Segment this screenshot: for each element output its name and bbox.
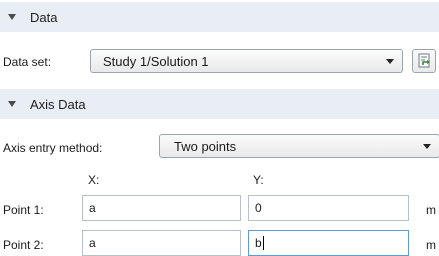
data-section-title: Data bbox=[30, 9, 58, 25]
data-set-dropdown[interactable]: Study 1/Solution 1 bbox=[90, 49, 403, 73]
axis-entry-method-value: Two points bbox=[174, 138, 237, 154]
point2-y-value: b bbox=[255, 236, 262, 250]
axis-data-section-header[interactable]: Axis Data bbox=[0, 89, 439, 119]
point2-y-input[interactable]: b bbox=[248, 230, 409, 256]
chevron-down-icon bbox=[423, 144, 431, 149]
axis-data-section-title: Axis Data bbox=[30, 96, 86, 112]
axis-entry-method-dropdown[interactable]: Two points bbox=[159, 134, 439, 158]
collapse-triangle-icon bbox=[8, 14, 16, 20]
column-x-header: X: bbox=[88, 173, 100, 187]
text-caret bbox=[262, 236, 264, 250]
axis-entry-method-label: Axis entry method: bbox=[3, 141, 103, 155]
column-y-header: Y: bbox=[253, 173, 264, 187]
goto-source-button[interactable] bbox=[412, 49, 436, 73]
data-set-label: Data set: bbox=[3, 55, 52, 69]
point2-unit: m bbox=[426, 238, 436, 252]
point2-x-value: a bbox=[89, 236, 96, 250]
point1-y-value: 0 bbox=[255, 201, 262, 215]
point1-y-input[interactable]: 0 bbox=[248, 195, 409, 221]
collapse-triangle-icon bbox=[8, 101, 16, 107]
point2-x-input[interactable]: a bbox=[82, 230, 241, 256]
point1-unit: m bbox=[426, 203, 436, 217]
data-set-value: Study 1/Solution 1 bbox=[103, 53, 209, 69]
data-section-header[interactable]: Data bbox=[0, 2, 439, 32]
goto-source-icon bbox=[418, 53, 430, 68]
point1-x-input[interactable]: a bbox=[82, 195, 241, 221]
point2-label: Point 2: bbox=[3, 238, 44, 252]
chevron-down-icon bbox=[386, 59, 394, 64]
point1-label: Point 1: bbox=[3, 203, 44, 217]
point1-x-value: a bbox=[89, 201, 96, 215]
